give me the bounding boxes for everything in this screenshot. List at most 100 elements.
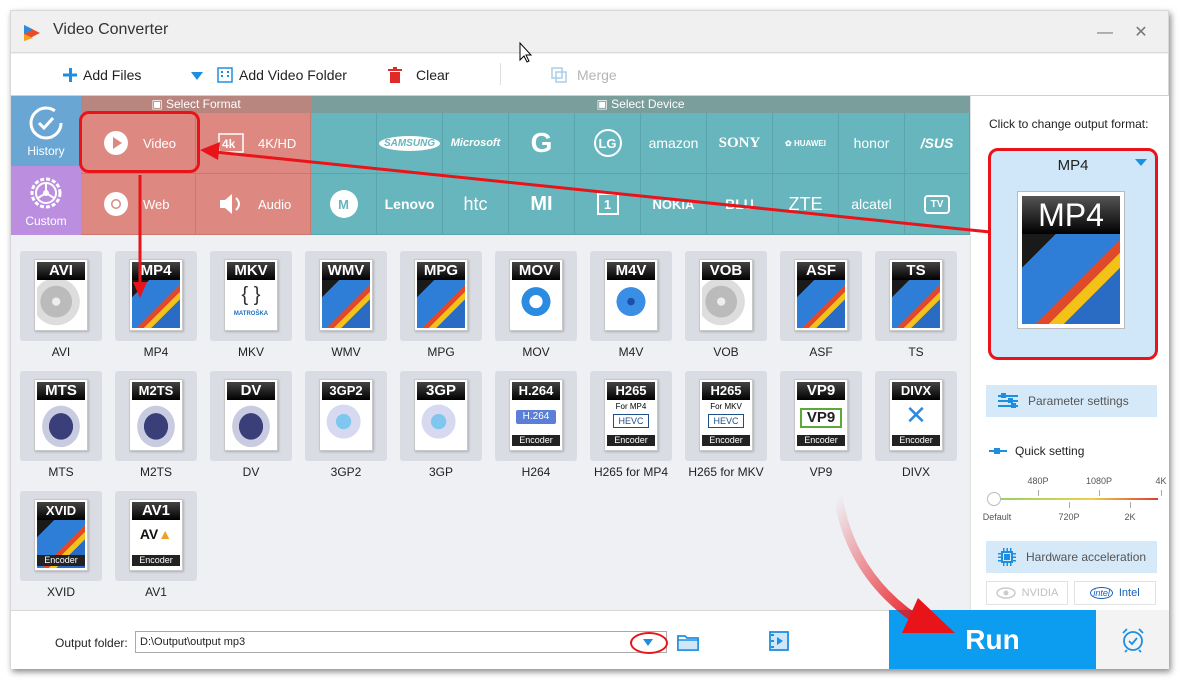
open-folder-icon[interactable] [677, 633, 699, 656]
device-tile-samsung[interactable]: SAMSUNG [377, 113, 443, 174]
hardware-acceleration-label: Hardware acceleration [1026, 550, 1147, 564]
device-tile-mi[interactable]: MI [509, 174, 575, 235]
format-doc-icon: AV1 AV▲ Encoder [129, 499, 183, 571]
plus-icon [63, 68, 77, 82]
slider-tick [1038, 490, 1039, 496]
format-item-mkv[interactable]: MKV { } MATROŠKA MKV [210, 251, 292, 361]
device-tile-apple[interactable] [311, 113, 377, 174]
schedule-alarm-button[interactable] [1096, 610, 1169, 669]
format-item-wmv[interactable]: WMV WMV [305, 251, 387, 361]
minimize-button[interactable]: — [1095, 23, 1115, 43]
device-tile-nokia[interactable]: NOKIA [641, 174, 707, 235]
device-tile-honor[interactable]: honor [839, 113, 905, 174]
device-tile-amazon[interactable]: amazon [641, 113, 707, 174]
dropdown-arrow-icon [191, 67, 203, 83]
format-doc-icon: DIVX ✕ Encoder [889, 379, 943, 451]
zte-logo-icon: ZTE [788, 193, 823, 214]
quicktime-icon [512, 280, 560, 328]
format-item-dv[interactable]: DV DV [210, 371, 292, 481]
encoder-badge: Encoder [607, 435, 655, 446]
format-badge: DV [227, 382, 275, 400]
device-tile-tv[interactable]: TV [905, 174, 970, 235]
device-tile-asus[interactable]: /SUS [905, 113, 970, 174]
intel-label: Intel [1118, 587, 1140, 599]
format-tile-web[interactable]: Web [81, 174, 196, 235]
device-tile-g[interactable]: G [509, 113, 575, 174]
format-item-xvid[interactable]: XVID Encoder XVID [20, 491, 102, 601]
output-format-selector[interactable]: MP4 MP4 [988, 148, 1158, 360]
format-item-h265-for-mp4[interactable]: H265 For MP4 HEVC Encoder H265 for MP4 [590, 371, 672, 481]
add-files-button[interactable]: Add Files [63, 64, 141, 86]
quality-slider[interactable]: 480P 1080P 4K Default 720P 2K [983, 468, 1167, 522]
device-tile-alcatel[interactable]: alcatel [839, 174, 905, 235]
parameter-settings-button[interactable]: Parameter settings [986, 385, 1157, 417]
format-tile-video[interactable]: Video [81, 113, 196, 174]
nvidia-button[interactable]: NVIDIA [986, 581, 1068, 605]
format-item-h265-for-mkv[interactable]: H265 For MKV HEVC Encoder H265 for MKV [685, 371, 767, 481]
slider-knob[interactable] [987, 492, 1001, 506]
device-tile-oneplus[interactable]: 1 [575, 174, 641, 235]
device-tile-sony[interactable]: SONY [707, 113, 773, 174]
format-item-av1[interactable]: AV1 AV▲ Encoder AV1 [115, 491, 197, 601]
chrome-icon [103, 191, 129, 217]
device-tile-lenovo[interactable]: Lenovo [377, 174, 443, 235]
format-tile-4k-hd[interactable]: 4k 4K/HD [196, 113, 311, 174]
format-item-divx[interactable]: DIVX ✕ Encoder DIVX [875, 371, 957, 481]
camcorder-icon [37, 400, 85, 448]
clear-button[interactable]: Clear [388, 64, 449, 86]
slider-label-4k: 4K [1155, 476, 1167, 486]
format-item-vob[interactable]: VOB VOB [685, 251, 767, 361]
format-item-mpg[interactable]: MPG MPG [400, 251, 482, 361]
hardware-acceleration-button[interactable]: Hardware acceleration [986, 541, 1157, 573]
format-item-vp9[interactable]: VP9 VP9 Encoder VP9 [780, 371, 862, 481]
format-tile-audio[interactable]: Audio [196, 174, 311, 235]
close-button[interactable]: ✕ [1131, 23, 1151, 43]
format-item-m4v[interactable]: M4V M4V [590, 251, 672, 361]
format-item-h264[interactable]: H.264 H.264 Encoder H264 [495, 371, 577, 481]
tab-custom[interactable]: Custom [11, 166, 81, 235]
merge-button[interactable]: Merge [551, 64, 617, 86]
device-tile-microsoft[interactable]: Microsoft [443, 113, 509, 174]
format-label: WMV [331, 345, 361, 359]
format-item-mts[interactable]: MTS MTS [20, 371, 102, 481]
audio-label: Audio [258, 196, 292, 212]
format-badge: VP9 [797, 382, 845, 400]
format-item-ts[interactable]: TS TS [875, 251, 957, 361]
add-files-label: Add Files [83, 67, 142, 83]
format-item-avi[interactable]: AVI AVI [20, 251, 102, 361]
format-item-3gp2[interactable]: 3GP2 3GP2 [305, 371, 387, 481]
add-video-folder-button[interactable]: Add Video Folder [217, 64, 347, 86]
amazon-logo-icon: amazon [648, 135, 699, 151]
format-label: MKV [237, 345, 264, 359]
format-label: MTS [48, 465, 74, 479]
device-tile-zte[interactable]: ZTE [773, 174, 839, 235]
format-doc-icon: M2TS [129, 379, 183, 451]
slider-track[interactable] [993, 498, 1158, 500]
format-item-3gp[interactable]: 3GP 3GP [400, 371, 482, 481]
format-doc-icon: MPG [414, 259, 468, 331]
matroska-icon: { } MATROŠKA [233, 284, 269, 317]
device-tile-motorola[interactable]: M [311, 174, 377, 235]
slider-label-default: Default [982, 512, 1012, 522]
run-button[interactable]: Run [889, 610, 1096, 669]
device-tile-htc[interactable]: htc [443, 174, 509, 235]
format-item-mov[interactable]: MOV MOV [495, 251, 577, 361]
format-item-asf[interactable]: ASF ASF [780, 251, 862, 361]
slider-label-1080p: 1080P [1085, 476, 1113, 486]
camcorder-icon [132, 400, 180, 448]
format-item-mp4[interactable]: MP4 MP4 [115, 251, 197, 361]
format-badge: WMV [322, 262, 370, 280]
video-file-icon[interactable] [768, 631, 790, 656]
add-files-dropdown[interactable] [191, 64, 203, 86]
intel-button[interactable]: intel Intel [1074, 581, 1156, 605]
device-tile-blu[interactable]: BLU [707, 174, 773, 235]
format-badge: VOB [702, 262, 750, 280]
output-folder-input[interactable] [135, 631, 667, 653]
format-item-m2ts[interactable]: M2TS M2TS [115, 371, 197, 481]
clear-label: Clear [416, 67, 450, 83]
tab-history[interactable]: History [11, 96, 81, 166]
device-tile-huawei[interactable]: ✿ HUAWEI [773, 113, 839, 174]
format-label: DIVX [901, 465, 930, 479]
parameter-settings-label: Parameter settings [1028, 394, 1129, 408]
device-tile-lg[interactable]: LG [575, 113, 641, 174]
